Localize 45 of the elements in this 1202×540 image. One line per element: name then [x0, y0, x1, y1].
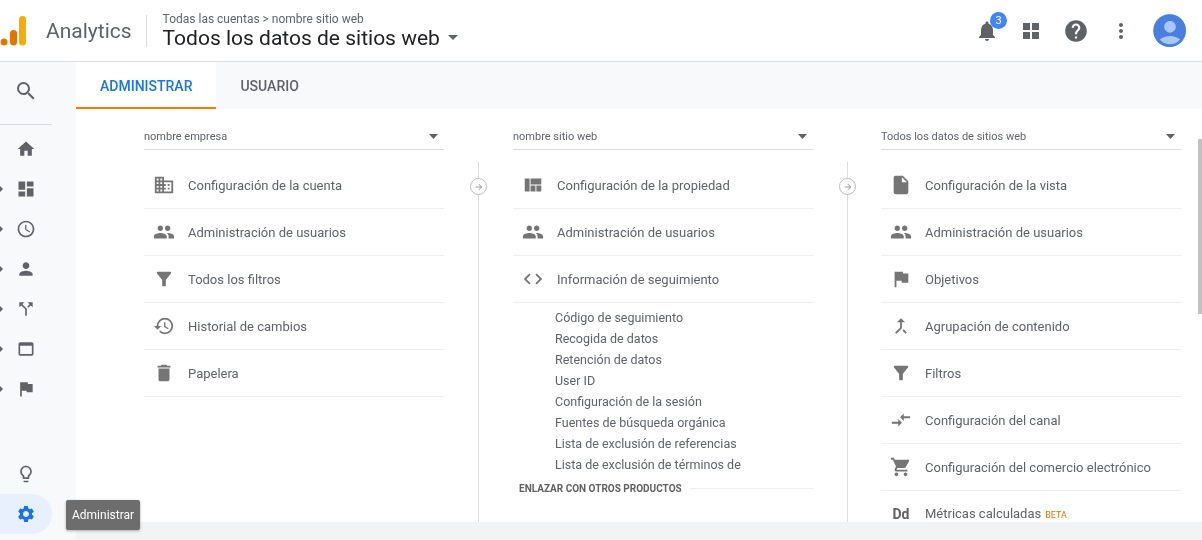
- admin-menu-item[interactable]: Historial de cambios: [144, 303, 444, 350]
- tooltip: Administrar: [66, 500, 141, 530]
- admin-menu-item[interactable]: Agrupación de contenido: [881, 303, 1181, 350]
- submenu-link[interactable]: User ID: [555, 370, 813, 391]
- admin-menu-item[interactable]: Configuración de la cuenta: [144, 162, 444, 209]
- caret-icon: [1166, 133, 1175, 139]
- breadcrumb[interactable]: Todas las cuentas > nombre sitio web: [162, 11, 458, 26]
- tab[interactable]: ADMINISTRAR: [76, 62, 217, 109]
- admin-menu-item[interactable]: Papelera: [144, 350, 444, 397]
- history-icon: [152, 315, 176, 337]
- notification-badge: 3: [990, 11, 1007, 29]
- admin-menu-item[interactable]: Administración de usuarios: [513, 209, 813, 256]
- caret-icon: [447, 35, 458, 40]
- admin-menu-item[interactable]: Información de seguimiento: [513, 256, 813, 303]
- logo-icon: [0, 15, 26, 46]
- settings-icon[interactable]: [0, 494, 52, 534]
- dropdown[interactable]: Todos los datos de sitios web: [881, 123, 1181, 150]
- dropdown[interactable]: nombre sitio web: [513, 123, 813, 150]
- admin-menu-item[interactable]: Administración de usuarios: [144, 209, 444, 256]
- help-icon[interactable]: [1063, 17, 1089, 44]
- admin-menu-item[interactable]: Administración de usuarios: [881, 209, 1181, 256]
- section-heading: ENLAZAR CON OTROS PRODUCTOS: [519, 483, 682, 494]
- submenu-link[interactable]: Recogida de datos: [555, 328, 813, 349]
- caret-icon: [429, 133, 438, 139]
- metrics-icon: Dd: [889, 506, 913, 522]
- admin-menu-item[interactable]: Todos los filtros: [144, 256, 444, 303]
- admin-menu-item[interactable]: Configuración del comercio electrónico: [881, 444, 1181, 491]
- admin-menu-item[interactable]: Configuración de la propiedad: [513, 162, 813, 209]
- tab[interactable]: USUARIO: [216, 62, 323, 109]
- product-name: Analytics: [46, 18, 132, 43]
- submenu-link[interactable]: Lista de exclusión de términos de: [555, 454, 813, 471]
- admin-menu-item[interactable]: Configuración de la vista: [881, 162, 1181, 209]
- submenu-link[interactable]: Retención de datos: [555, 349, 813, 370]
- view-selector[interactable]: Todos los datos de sitios web: [162, 25, 458, 50]
- submenu-link[interactable]: Fuentes de búsqueda orgánica: [555, 412, 813, 433]
- submenu-link[interactable]: Configuración de la sesión: [555, 391, 813, 412]
- submenu-link[interactable]: Lista de exclusión de referencias: [555, 433, 813, 454]
- building-icon: [152, 174, 176, 196]
- admin-menu-item[interactable]: Filtros: [881, 350, 1181, 397]
- admin-menu-item[interactable]: Objetivos: [881, 256, 1181, 303]
- avatar[interactable]: [1153, 14, 1186, 47]
- dropdown[interactable]: nombre empresa: [144, 123, 444, 150]
- submenu-link[interactable]: Código de seguimiento: [555, 307, 813, 328]
- caret-icon: [798, 133, 807, 139]
- admin-menu-item[interactable]: Configuración del canal: [881, 397, 1181, 444]
